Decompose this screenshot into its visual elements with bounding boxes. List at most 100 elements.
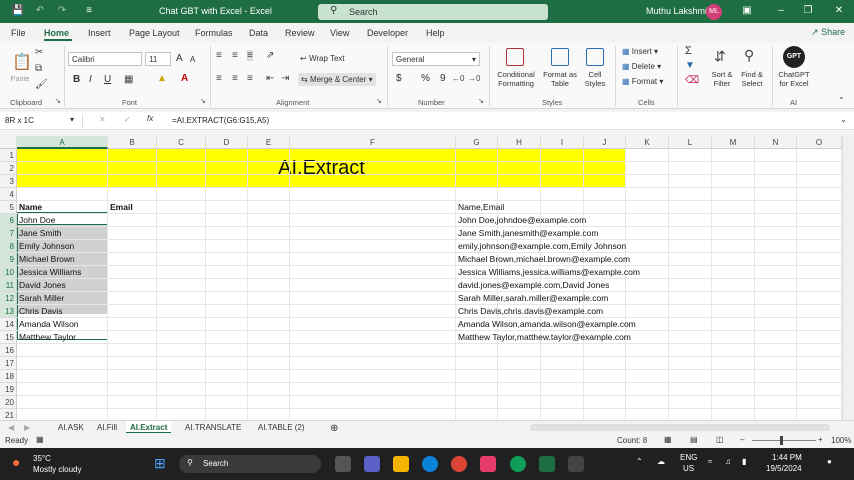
format-painter-icon[interactable]: 🖌 [35, 79, 48, 90]
align-middle-icon[interactable]: ≡ [232, 50, 238, 61]
clock-time[interactable]: 1:44 PM [772, 453, 802, 462]
camera-icon[interactable] [568, 456, 584, 472]
weather-desc[interactable]: Mostly cloudy [33, 465, 81, 474]
tab-insert[interactable]: Insert [88, 28, 111, 38]
row-header[interactable]: 3 [0, 175, 17, 188]
format-as-table-button[interactable]: Format as Table [540, 70, 580, 88]
orientation-icon[interactable]: ⇗ [266, 50, 274, 61]
column-header[interactable]: A [17, 136, 108, 149]
g-value-cell[interactable]: emily.johnson@example.com,Emily Johnson [458, 241, 626, 251]
g-header-cell[interactable]: Name,Email [458, 202, 504, 212]
column-header[interactable]: M [712, 136, 755, 149]
row-header[interactable]: 16 [0, 344, 17, 357]
row-header[interactable]: 7 [0, 227, 17, 240]
column-header[interactable]: F [290, 136, 456, 149]
format-cells-button[interactable]: ▦ Format ▾ [622, 77, 663, 86]
paste-icon[interactable]: 📋 [12, 52, 32, 71]
excel-taskbar-icon[interactable] [539, 456, 555, 472]
column-header[interactable]: N [755, 136, 797, 149]
tab-formulas[interactable]: Formulas [195, 28, 233, 38]
chatgpt-for-excel-button[interactable]: ChatGPT for Excel [776, 70, 812, 88]
row-header[interactable]: 20 [0, 396, 17, 409]
g-value-cell[interactable]: Chris Davis,chris.davis@example.com [458, 306, 603, 316]
row-header[interactable]: 1 [0, 149, 17, 162]
name-cell[interactable]: David Jones [19, 280, 66, 290]
row-header[interactable]: 4 [0, 188, 17, 201]
name-cell[interactable]: Amanda Wilson [19, 319, 79, 329]
language-primary[interactable]: ENG [680, 453, 697, 462]
percent-button[interactable]: % [421, 73, 430, 84]
wrap-text-button[interactable]: ↩ Wrap Text [300, 54, 345, 63]
row-header[interactable]: 17 [0, 357, 17, 370]
redo-icon[interactable]: ↷ [55, 4, 69, 18]
tab-data[interactable]: Data [249, 28, 268, 38]
tab-view[interactable]: View [330, 28, 349, 38]
font-color-icon[interactable]: A [181, 73, 188, 84]
g-value-cell[interactable]: Jessica Williams,jessica.williams@exampl… [458, 267, 640, 277]
find-select-button[interactable]: Find & Select [735, 70, 769, 88]
insert-function-button[interactable]: fx [147, 114, 153, 123]
paste-button[interactable]: Paste [8, 74, 32, 83]
clear-icon[interactable]: ⌫ [685, 75, 699, 86]
decrease-decimal-icon[interactable]: →0 [468, 74, 480, 83]
tab-home[interactable]: Home [44, 28, 69, 38]
column-header[interactable]: O [797, 136, 842, 149]
increase-decimal-icon[interactable]: ←0 [452, 74, 464, 83]
name-cell[interactable]: Matthew Taylor [19, 332, 76, 342]
page-layout-view-icon[interactable]: ▤ [690, 435, 698, 444]
wifi-icon[interactable]: ≈ [708, 457, 712, 466]
name-cell[interactable]: Jane Smith [19, 228, 62, 238]
undo-icon[interactable]: ↶ [33, 4, 47, 18]
chrome-profile-icon[interactable] [510, 456, 526, 472]
name-cell[interactable]: Michael Brown [19, 254, 75, 264]
customize-qat-icon[interactable]: ≡ [82, 4, 96, 18]
number-format-select[interactable]: General ▾ [392, 52, 480, 66]
row-header[interactable]: 19 [0, 383, 17, 396]
row-header[interactable]: 13 [0, 305, 17, 318]
g-value-cell[interactable]: david.jones@example.com,David Jones [458, 280, 609, 290]
weather-icon[interactable]: ● [12, 454, 20, 470]
avatar[interactable]: ML [706, 4, 722, 20]
cancel-icon[interactable]: ✕ [99, 115, 106, 124]
sort-filter-button[interactable]: Sort & Filter [706, 70, 738, 88]
align-right-icon[interactable]: ≡ [247, 73, 253, 84]
font-size-select[interactable]: 11 [145, 52, 171, 66]
name-cell[interactable]: John Doe [19, 215, 55, 225]
zoom-in-icon[interactable]: + [818, 435, 823, 444]
borders-icon[interactable]: ▦ [124, 74, 133, 85]
grow-font-button[interactable]: A [176, 53, 183, 64]
row-header[interactable]: 9 [0, 253, 17, 266]
close-icon[interactable]: ✕ [832, 4, 846, 18]
bold-button[interactable]: B [73, 74, 80, 85]
column-header[interactable]: J [584, 136, 626, 149]
zoom-out-icon[interactable]: – [740, 435, 744, 444]
accessibility-icon[interactable]: ▦ [36, 435, 44, 444]
row-header[interactable]: 2 [0, 162, 17, 175]
delete-cells-button[interactable]: ▦ Delete ▾ [622, 62, 661, 71]
g-value-cell[interactable]: John Doe,johndoe@example.com [458, 215, 586, 225]
copy-icon[interactable]: ⧉ [35, 63, 42, 74]
tab-developer[interactable]: Developer [367, 28, 408, 38]
chrome-icon[interactable] [451, 456, 467, 472]
column-header[interactable]: I [541, 136, 584, 149]
column-header[interactable]: B [108, 136, 157, 149]
fill-color-icon[interactable]: ▲ [157, 73, 167, 84]
search-box[interactable]: ⚲ Search [318, 4, 548, 20]
header-name-cell[interactable]: Name [19, 202, 42, 212]
expand-formula-icon[interactable]: ⌄ [840, 115, 847, 124]
normal-view-icon[interactable]: ▦ [664, 435, 672, 444]
row-header[interactable]: 6 [0, 214, 17, 227]
shrink-font-button[interactable]: A [190, 55, 195, 64]
autosum-button[interactable]: Σ [685, 45, 692, 57]
zoom-slider[interactable] [752, 440, 816, 441]
tab-help[interactable]: Help [426, 28, 445, 38]
select-all-corner[interactable] [0, 136, 17, 149]
edge-icon[interactable] [422, 456, 438, 472]
row-header[interactable]: 11 [0, 279, 17, 292]
share-button[interactable]: ↗ Share [811, 27, 847, 41]
number-launcher-icon[interactable]: ↘ [478, 97, 484, 105]
increase-indent-icon[interactable]: ⇥ [281, 73, 289, 84]
minimize-icon[interactable]: – [774, 4, 788, 18]
column-header[interactable]: K [626, 136, 669, 149]
name-box-dropdown-icon[interactable]: ▾ [70, 115, 74, 124]
